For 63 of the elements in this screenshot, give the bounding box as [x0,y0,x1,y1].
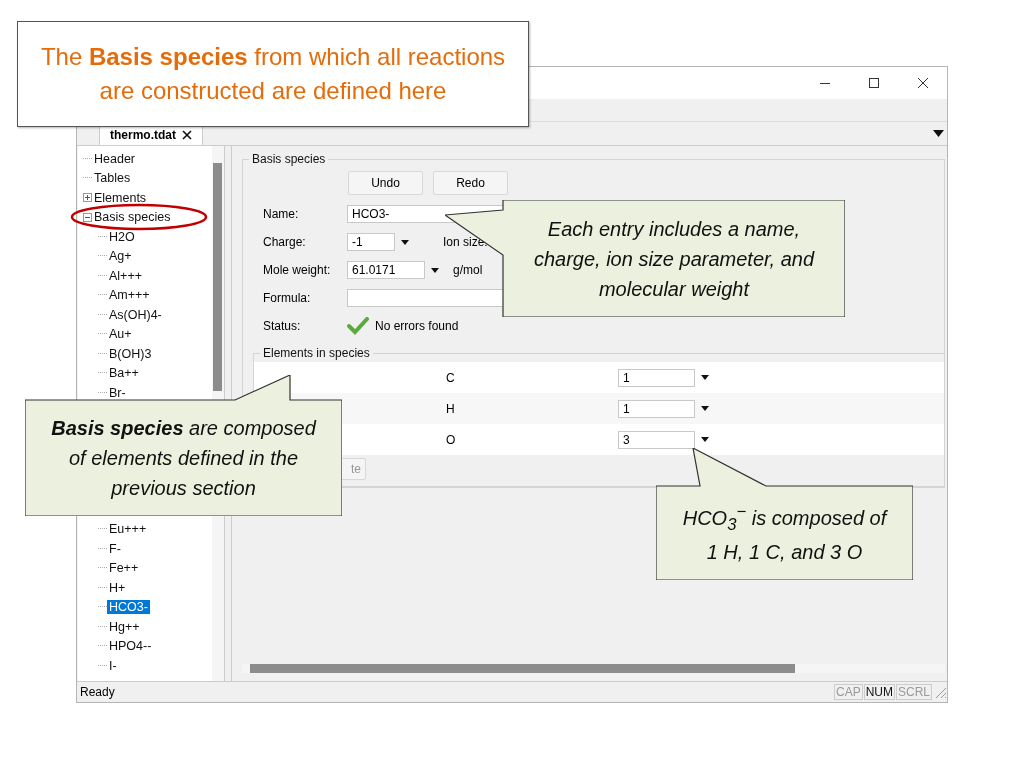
close-icon[interactable] [182,130,192,140]
status-text: Ready [80,685,115,699]
group-title: Elements in species [262,346,371,360]
dropdown-arrow-icon[interactable] [401,239,409,245]
callout-text: Each entry includes a name, charge, ion size parameter, and molecular weight [532,216,816,302]
scrollbar-thumb[interactable] [250,664,795,673]
maximize-icon[interactable] [868,77,880,89]
tree-item[interactable]: Header [92,151,137,166]
callout-text: Basis species are composed of elements defined in the previous section [50,416,318,501]
combo-field[interactable]: -1 [347,233,395,251]
tree-item[interactable]: Ba++ [107,366,141,381]
element-symbol: H [446,401,456,416]
field-label: Charge: [263,235,307,249]
element-symbol: C [446,370,456,385]
tree-item[interactable]: Br- [107,385,128,400]
dropdown-arrow-icon[interactable] [933,129,944,138]
field-label: Formula: [263,291,312,305]
dropdown-arrow-icon[interactable] [701,375,709,380]
checkmark-icon [347,317,369,335]
tree-item[interactable]: H2O [107,229,137,244]
callout-text: HCO$_{3}$$^{−}$ is composed of 1 H, 1 C, and 3 O [681,501,889,565]
toolbar-button[interactable]: Undo [348,171,423,195]
tree-item[interactable]: Eu+++ [107,522,149,537]
document-tab[interactable]: thermo.tdat [99,125,203,145]
tree-item[interactable]: I- [107,658,119,673]
key-indicator: SCRL [896,684,932,700]
tree-item[interactable]: Am+++ [107,288,152,303]
toolbar-button[interactable]: Redo [433,171,508,195]
title-text: The Basis species from which all reactions are constructed are defined here [39,42,507,106]
collapse-icon[interactable] [83,212,92,222]
dropdown-arrow-icon[interactable] [431,267,439,273]
expand-icon[interactable] [83,193,92,203]
tree-item[interactable]: As(OH)4- [107,307,164,322]
field-label: Mole weight: [263,263,332,277]
tree-item[interactable]: Fe++ [107,561,141,576]
group-title: Basis species [251,152,327,166]
tree-item[interactable]: F- [107,541,123,556]
element-symbol: O [446,432,457,447]
close-icon[interactable] [917,77,929,89]
tree-item[interactable]: Hg++ [107,619,142,634]
key-indicator: NUM [863,684,895,700]
tree-item[interactable]: HPO4-- [107,639,154,654]
tree-item[interactable]: Al+++ [107,268,144,283]
scrollbar-thumb[interactable] [213,163,222,391]
tree-item[interactable]: Ag+ [107,249,134,264]
resize-grip-icon[interactable] [933,685,947,699]
field-label: Status: [263,319,302,333]
key-indicator: CAP [833,684,863,700]
tree-item[interactable]: Tables [92,171,133,186]
unit-label: g/mol [453,263,483,277]
combo-field[interactable]: 61.0171 [347,261,425,279]
count-field[interactable]: 3 [618,430,695,449]
tree-item[interactable]: HCO3- [107,600,150,615]
count-field[interactable]: 1 [618,368,695,387]
dropdown-arrow-icon[interactable] [701,437,709,442]
count-field[interactable]: 1 [618,399,695,418]
status-message: No errors found [375,319,459,333]
tree-item[interactable]: Au+ [107,327,134,342]
tree-item[interactable]: B(OH)3 [107,346,154,361]
tree-item[interactable]: H+ [107,580,128,595]
field-label: Name: [263,207,300,221]
dropdown-arrow-icon[interactable] [701,406,709,411]
tree-item[interactable]: Elements [92,190,149,205]
